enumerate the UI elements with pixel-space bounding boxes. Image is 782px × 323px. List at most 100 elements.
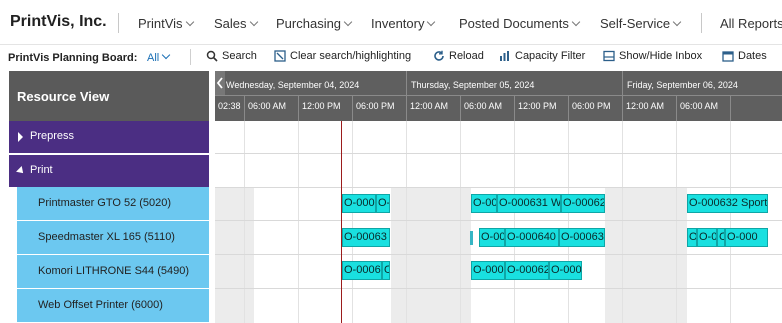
job-bar[interactable]: O-00063 [342, 228, 390, 247]
company-name[interactable]: PrintVis, Inc. [10, 13, 107, 31]
hour-label: 12:00 PM [302, 101, 341, 111]
job-bar[interactable]: O [382, 261, 390, 280]
nav-item-printvis[interactable]: PrintVis [138, 16, 194, 31]
nav-separator [118, 13, 119, 33]
hour-label: 06:00 PM [572, 101, 611, 111]
group-row-print[interactable]: Print [9, 155, 209, 187]
job-bar[interactable]: C [717, 228, 725, 247]
grid-hline [215, 220, 782, 221]
hour-divider [244, 95, 245, 121]
dates-button-label: Dates [738, 50, 767, 62]
hour-divider [460, 95, 461, 121]
nav-item-self-service[interactable]: Self-Service [600, 16, 682, 31]
job-bar[interactable]: O-000640 [505, 228, 559, 247]
grid-vline [460, 121, 461, 323]
job-bar[interactable]: O-00 [697, 228, 717, 247]
chevron-down-icon [571, 17, 581, 27]
grid-vline [676, 121, 677, 323]
job-bar[interactable]: O-000 [725, 228, 768, 247]
resource-row-printmaster[interactable]: Printmaster GTO 52 (5020) [17, 187, 209, 220]
chevron-left-icon [216, 77, 223, 89]
hour-label: 06:00 AM [248, 101, 287, 111]
action-bar-separator [190, 49, 191, 65]
job-bar[interactable]: O-000631 W [497, 194, 561, 213]
nav-item-all-reports[interactable]: All Reports [720, 16, 782, 31]
nav-item-posted-documents[interactable]: Posted Documents [459, 16, 581, 31]
resource-row-komori[interactable]: Komori LITHRONE S44 (5490) [17, 255, 209, 288]
job-bar[interactable]: O-00062 [505, 261, 549, 280]
reload-button-label: Reload [449, 50, 484, 62]
filter-value: All [147, 52, 160, 64]
collapse-arrow-icon [16, 166, 26, 176]
non-working-time [391, 187, 471, 323]
search-button[interactable]: Search [206, 50, 257, 62]
job-bar[interactable]: O-0006 [342, 261, 382, 280]
chevron-down-icon [161, 50, 171, 60]
planning-board-filter-select[interactable]: All [147, 50, 171, 64]
header-divider [215, 95, 782, 96]
job-bar[interactable]: O-000 [549, 261, 582, 280]
resource-row-web-offset[interactable]: Web Offset Printer (6000) [17, 289, 209, 322]
job-bar[interactable]: O-000 [471, 261, 505, 280]
grid-hline [215, 187, 782, 188]
resource-row-speedmaster[interactable]: Speedmaster XL 165 (5110) [17, 221, 209, 254]
nav-item-purchasing[interactable]: Purchasing [276, 16, 353, 31]
nav-item-sales[interactable]: Sales [214, 16, 258, 31]
hour-divider [730, 95, 731, 121]
chevron-down-icon [343, 17, 353, 27]
nav-item-inventory[interactable]: Inventory [371, 16, 436, 31]
hour-label: 12:00 PM [518, 101, 557, 111]
grid-vline [622, 121, 623, 323]
clear-search-button[interactable]: Clear search/highlighting [274, 50, 411, 62]
job-marker[interactable] [470, 231, 473, 245]
non-working-time [605, 187, 687, 323]
dates-button[interactable]: Dates [722, 50, 767, 62]
resource-label: Web Offset Printer (6000) [38, 299, 163, 311]
grid-vline [352, 121, 353, 323]
group-label: Print [30, 164, 53, 176]
group-label: Prepress [30, 130, 75, 142]
nav-item-label: Inventory [371, 16, 425, 31]
hour-divider [352, 95, 353, 121]
job-bar[interactable]: O-000 [342, 194, 376, 213]
clear-filter-icon [274, 50, 286, 62]
schedule-grid[interactable]: O-000 O- O-00 O-000631 W O-00062 O-00063… [215, 121, 782, 323]
hour-divider [676, 95, 677, 121]
capacity-filter-button[interactable]: Capacity Filter [499, 50, 585, 62]
hour-label: 06:00 AM [464, 101, 503, 111]
show-hide-inbox-button[interactable]: Show/Hide Inbox [603, 50, 702, 62]
non-working-time [215, 187, 254, 323]
clear-search-button-label: Clear search/highlighting [290, 50, 412, 62]
hour-label: 06:00 PM [356, 101, 395, 111]
resource-label: Printmaster GTO 52 (5020) [38, 197, 172, 209]
job-bar[interactable]: O-000632 Sport [687, 194, 768, 213]
nav-separator [701, 13, 702, 33]
grid-hline [215, 288, 782, 289]
capacity-filter-icon [500, 51, 509, 61]
job-bar[interactable]: O-00 [479, 228, 505, 247]
resource-label: Speedmaster XL 165 (5110) [38, 231, 175, 243]
chevron-down-icon [249, 17, 258, 27]
search-icon [206, 50, 218, 62]
job-bar[interactable]: O-00063 [559, 228, 605, 247]
resource-view-title: Resource View [17, 89, 110, 104]
group-row-prepress[interactable]: Prepress [9, 121, 209, 153]
timeline-header: Wednesday, September 04, 2024 Thursday, … [215, 71, 782, 121]
grid-vline [298, 121, 299, 323]
job-bar[interactable]: O-00 [471, 194, 497, 213]
day-label: Friday, September 06, 2024 [627, 80, 738, 90]
day-divider [406, 71, 407, 121]
grid-hline [215, 153, 782, 154]
nav-item-label: Posted Documents [459, 16, 569, 31]
day-divider [622, 71, 623, 121]
grid-vline [244, 121, 245, 323]
reload-icon [434, 50, 444, 61]
day-label: Thursday, September 05, 2024 [411, 80, 535, 90]
grid-hline [215, 254, 782, 255]
reload-button[interactable]: Reload [433, 50, 484, 62]
job-bar[interactable]: O- [376, 194, 390, 213]
scroll-back-button[interactable] [215, 71, 225, 95]
job-bar[interactable]: O-00062 [561, 194, 605, 213]
job-bar[interactable]: O- [687, 228, 697, 247]
hour-label: 12:00 AM [626, 101, 665, 111]
